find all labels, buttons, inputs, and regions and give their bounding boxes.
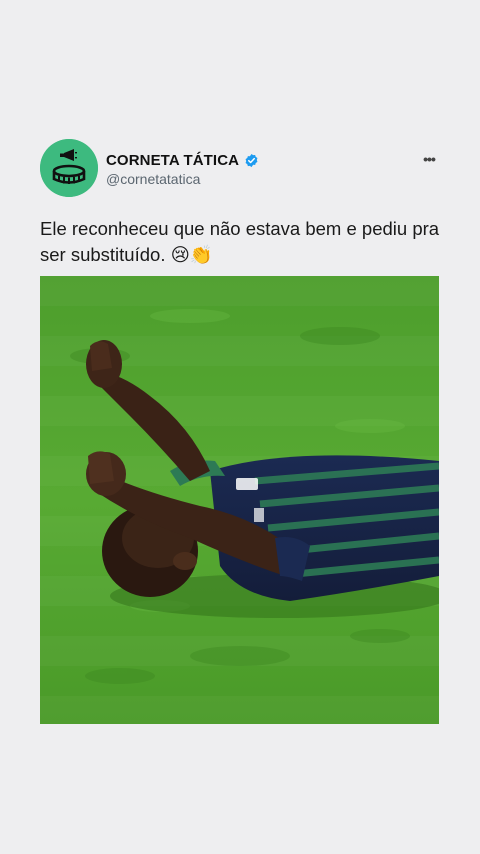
- author-handle[interactable]: @cornetatatica: [106, 171, 200, 187]
- post-card: CORNETA TÁTICA @cornetatatica ••• Ele re…: [0, 0, 480, 854]
- author-name-row[interactable]: CORNETA TÁTICA: [106, 150, 259, 170]
- stadium-megaphone-logo-icon: [40, 139, 98, 197]
- avatar[interactable]: [40, 139, 98, 197]
- post-media-image[interactable]: [40, 276, 439, 724]
- verified-badge-icon: [245, 153, 258, 167]
- post-text: Ele reconheceu que não estava bem e pedi…: [40, 218, 440, 265]
- author-display-name[interactable]: CORNETA TÁTICA: [106, 152, 239, 169]
- more-dots-icon[interactable]: •••: [418, 151, 440, 167]
- player-lying-on-grass-photo: [40, 276, 439, 724]
